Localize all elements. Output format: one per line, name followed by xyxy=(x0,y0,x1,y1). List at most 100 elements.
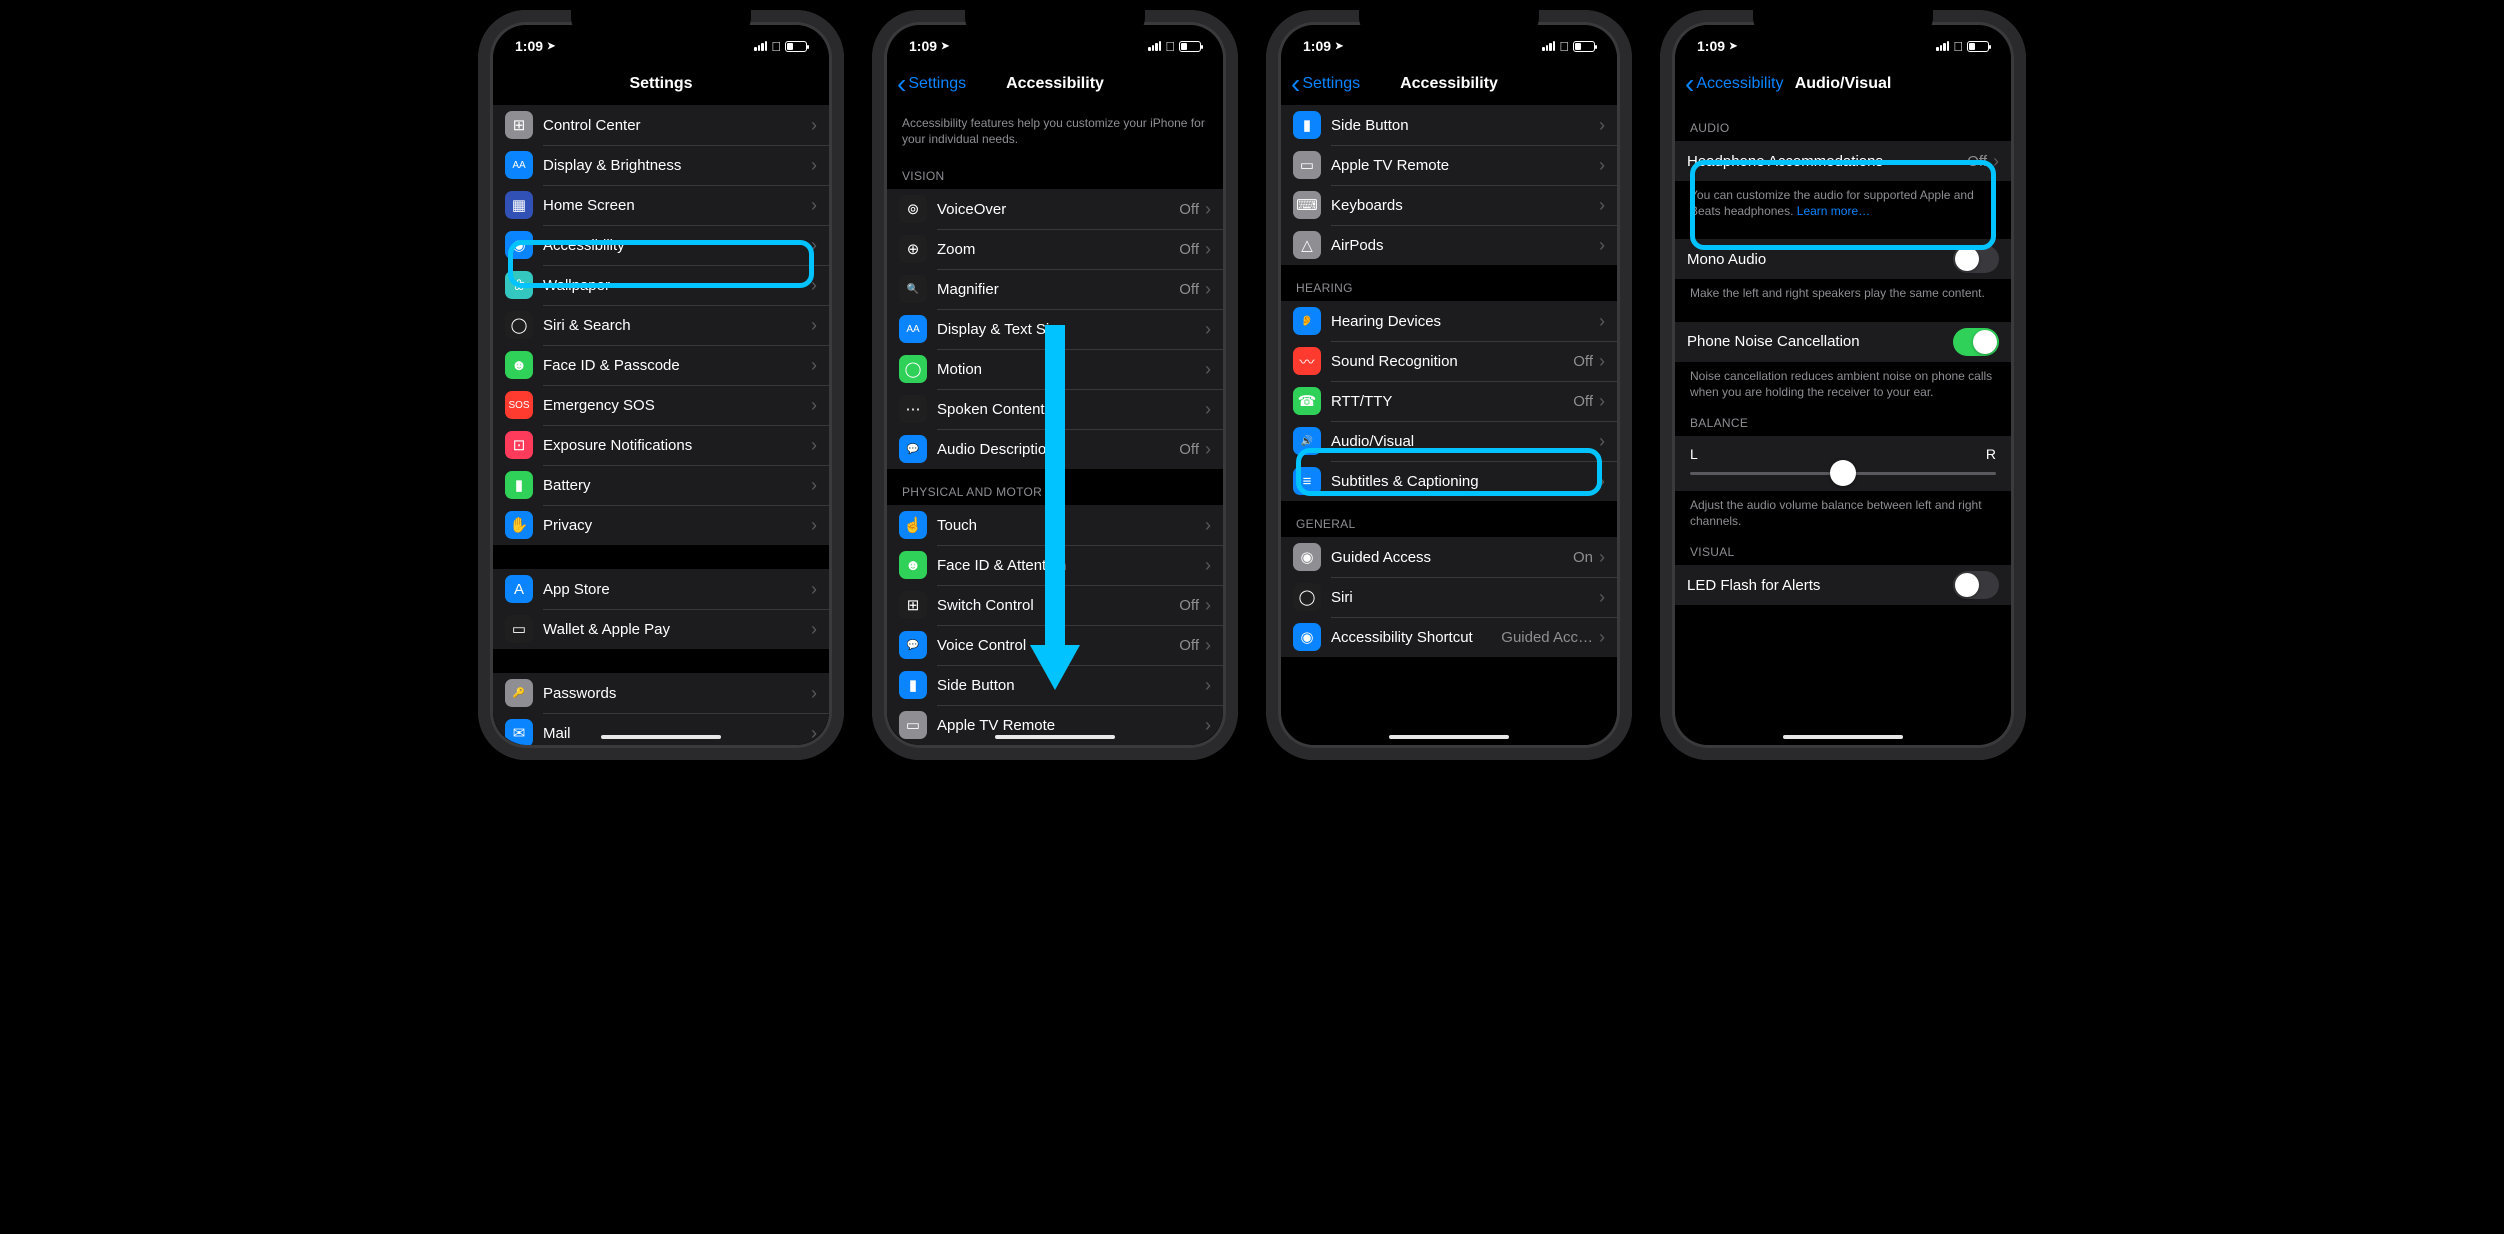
row-label: Battery xyxy=(543,477,811,494)
row-led-flash[interactable]: LED Flash for Alerts xyxy=(1675,565,2011,605)
learn-more-link[interactable]: Learn more… xyxy=(1797,204,1870,218)
settings-row[interactable]: ✉Mail› xyxy=(493,713,829,745)
row-mono-audio[interactable]: Mono Audio xyxy=(1675,239,2011,279)
row-value: Off xyxy=(1179,441,1199,458)
settings-row[interactable]: ≡Subtitles & Captioning› xyxy=(1281,461,1617,501)
settings-row[interactable]: ◉Accessibility ShortcutGuided Acc…› xyxy=(1281,617,1617,657)
balance-slider[interactable] xyxy=(1690,472,1996,475)
chevron-right-icon: › xyxy=(1599,391,1605,412)
row-label: Magnifier xyxy=(937,281,1179,298)
settings-row[interactable]: ▭Apple TV Remote› xyxy=(1281,145,1617,185)
settings-row[interactable]: ❀Wallpaper› xyxy=(493,265,829,305)
settings-row[interactable]: ⊞Switch ControlOff› xyxy=(887,585,1223,625)
settings-row[interactable]: ◯Siri› xyxy=(1281,577,1617,617)
row-icon: AA xyxy=(505,151,533,179)
chevron-right-icon: › xyxy=(1205,239,1211,260)
phone-frame-1: 1:09➤ 􀙇 Settings ⊞Control Center›AADispl… xyxy=(478,10,844,760)
settings-row[interactable]: 🔑Passwords› xyxy=(493,673,829,713)
row-value: Off xyxy=(1179,637,1199,654)
chevron-right-icon: › xyxy=(1205,595,1211,616)
chevron-right-icon: › xyxy=(811,619,817,640)
row-icon: ▦ xyxy=(505,191,533,219)
row-label: Accessibility Shortcut xyxy=(1331,629,1501,646)
chevron-right-icon: › xyxy=(1205,675,1211,696)
row-label: Accessibility xyxy=(543,237,811,254)
chevron-right-icon: › xyxy=(1599,587,1605,608)
status-time: 1:09 xyxy=(515,38,543,54)
chevron-right-icon: › xyxy=(811,579,817,600)
settings-row[interactable]: 🔊Audio/Visual› xyxy=(1281,421,1617,461)
settings-row[interactable]: ◯Motion› xyxy=(887,349,1223,389)
phone-frame-3: 1:09➤ 􀙇 Settings Accessibility ▮Side But… xyxy=(1266,10,1632,760)
nav-bar: Settings Accessibility xyxy=(1281,63,1617,105)
row-icon: ⊚ xyxy=(899,195,927,223)
row-value: Guided Acc… xyxy=(1501,629,1593,646)
chevron-right-icon: › xyxy=(1599,311,1605,332)
toggle-noise-cancellation[interactable] xyxy=(1953,328,1999,356)
settings-row[interactable]: 〰Sound RecognitionOff› xyxy=(1281,341,1617,381)
row-value: Off xyxy=(1573,393,1593,410)
settings-row[interactable]: ◉Accessibility› xyxy=(493,225,829,265)
row-label: Display & Text Size xyxy=(937,321,1205,338)
home-indicator xyxy=(601,735,721,739)
settings-row[interactable]: AADisplay & Text Size› xyxy=(887,309,1223,349)
settings-row[interactable]: ◯Siri & Search› xyxy=(493,305,829,345)
settings-row[interactable]: ⊕ZoomOff› xyxy=(887,229,1223,269)
back-button[interactable]: Accessibility xyxy=(1685,68,1783,100)
settings-row[interactable]: ⌨Keyboards› xyxy=(1281,185,1617,225)
balance-right-label: R xyxy=(1986,446,1996,462)
row-icon: ▮ xyxy=(505,471,533,499)
row-icon: ▭ xyxy=(1293,151,1321,179)
row-icon: ⊞ xyxy=(505,111,533,139)
slider-thumb[interactable] xyxy=(1830,460,1856,486)
settings-row[interactable]: △AirPods› xyxy=(1281,225,1617,265)
toggle-mono-audio[interactable] xyxy=(1953,245,1999,273)
row-label: Zoom xyxy=(937,241,1179,258)
settings-row[interactable]: ▮Side Button› xyxy=(1281,105,1617,145)
settings-row[interactable]: SOSEmergency SOS› xyxy=(493,385,829,425)
settings-row[interactable]: ◉Guided AccessOn› xyxy=(1281,537,1617,577)
row-icon: ⊞ xyxy=(899,591,927,619)
settings-row[interactable]: ☻Face ID & Attention› xyxy=(887,545,1223,585)
settings-row[interactable]: 🔍MagnifierOff› xyxy=(887,269,1223,309)
settings-row[interactable]: 💬Voice ControlOff› xyxy=(887,625,1223,665)
settings-row[interactable]: ⊡Exposure Notifications› xyxy=(493,425,829,465)
settings-row[interactable]: 👂Hearing Devices› xyxy=(1281,301,1617,341)
row-label: Apple TV Remote xyxy=(937,717,1205,734)
page-title: Accessibility xyxy=(1400,75,1498,93)
row-icon: ☻ xyxy=(505,351,533,379)
settings-row[interactable]: ☻Face ID & Passcode› xyxy=(493,345,829,385)
settings-row[interactable]: ▭Apple TV Remote› xyxy=(887,705,1223,745)
settings-row[interactable]: AApp Store› xyxy=(493,569,829,609)
intro-text: Accessibility features help you customiz… xyxy=(887,105,1223,153)
signal-icon xyxy=(754,41,767,51)
settings-row[interactable]: ☝Touch› xyxy=(887,505,1223,545)
chevron-right-icon: › xyxy=(1993,151,1999,172)
back-button[interactable]: Settings xyxy=(1291,68,1360,100)
row-label: Guided Access xyxy=(1331,549,1573,566)
settings-row[interactable]: ▮Side Button› xyxy=(887,665,1223,705)
toggle-led-flash[interactable] xyxy=(1953,571,1999,599)
row-label: Voice Control xyxy=(937,637,1179,654)
row-icon: 🔑 xyxy=(505,679,533,707)
settings-row[interactable]: ⊚VoiceOverOff› xyxy=(887,189,1223,229)
settings-row[interactable]: ▭Wallet & Apple Pay› xyxy=(493,609,829,649)
section-header-motor: PHYSICAL AND MOTOR xyxy=(887,469,1223,505)
settings-row[interactable]: AADisplay & Brightness› xyxy=(493,145,829,185)
settings-row[interactable]: ✋Privacy› xyxy=(493,505,829,545)
row-noise-cancellation[interactable]: Phone Noise Cancellation xyxy=(1675,322,2011,362)
phone-frame-4: 1:09➤ 􀙇 Accessibility Audio/Visual AUDIO… xyxy=(1660,10,2026,760)
chevron-right-icon: › xyxy=(1205,319,1211,340)
settings-row[interactable]: ⊞Control Center› xyxy=(493,105,829,145)
row-headphone-accommodations[interactable]: Headphone Accommodations Off › xyxy=(1675,141,2011,181)
settings-row[interactable]: ☎RTT/TTYOff› xyxy=(1281,381,1617,421)
settings-row[interactable]: ▮Battery› xyxy=(493,465,829,505)
chevron-right-icon: › xyxy=(811,435,817,456)
row-icon: 🔍 xyxy=(899,275,927,303)
chevron-right-icon: › xyxy=(1205,439,1211,460)
settings-row[interactable]: 💬Audio DescriptionsOff› xyxy=(887,429,1223,469)
back-button[interactable]: Settings xyxy=(897,68,966,100)
settings-row[interactable]: ▦Home Screen› xyxy=(493,185,829,225)
settings-row[interactable]: ⋯Spoken Content› xyxy=(887,389,1223,429)
location-icon: ➤ xyxy=(547,41,555,52)
